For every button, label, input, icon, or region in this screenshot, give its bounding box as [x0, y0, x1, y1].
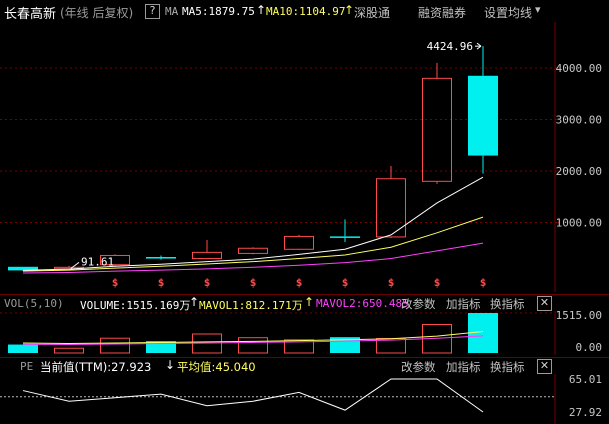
- dividend-marker-icon: $: [480, 276, 487, 289]
- pe-ttm-line: [22, 378, 484, 413]
- dividend-marker-icon: $: [158, 276, 165, 289]
- price-tick-label: 1000.00: [556, 217, 602, 230]
- pe-panel-header: PE 当前值(TTM):27.923 ↓ 平均值:45.040 改参数 加指标 …: [0, 357, 609, 374]
- dividend-marker-icon: $: [342, 276, 349, 289]
- period-label[interactable]: (年线 后复权): [60, 4, 133, 21]
- volume-bar: [8, 344, 38, 353]
- candle-body: [468, 75, 498, 156]
- ma10-up-arrow: ↑: [344, 3, 355, 17]
- dividend-marker-icon: $: [388, 276, 395, 289]
- candle-body: [330, 236, 360, 238]
- pe-change-params-button[interactable]: 改参数: [401, 359, 436, 375]
- pe-average-value: 平均值:45.040: [177, 360, 256, 374]
- dividend-marker-icon: $: [296, 276, 303, 289]
- dividend-markers: $ $ $ $ $ $ $ $ $: [112, 276, 487, 289]
- volume-axis: 1515.00 0.00: [556, 311, 602, 354]
- help-button[interactable]: ?: [145, 4, 160, 19]
- pe-current-value: 当前值(TTM):27.923: [40, 360, 152, 374]
- volume-bar: [54, 347, 84, 354]
- set-ma-button[interactable]: 设置均线: [484, 4, 532, 21]
- volume-bar: [100, 337, 130, 354]
- price-grid: [0, 22, 556, 292]
- pe-panel-title[interactable]: PE: [20, 360, 33, 373]
- volume-panel-header: VOL(5,10) VOLUME:1515.169万 ↑ MAVOL1:812.…: [0, 294, 609, 312]
- dividend-marker-icon: $: [434, 276, 441, 289]
- volume-tick-label: 1515.00: [556, 311, 602, 322]
- chart-header: 长春高新 (年线 后复权) ? MA MA5:1879.75 ↑ MA10:11…: [0, 0, 609, 22]
- vol-add-indicator-button[interactable]: 加指标: [446, 296, 481, 312]
- settings-dropdown-icon[interactable]: ▾: [535, 3, 541, 16]
- pe-close-icon[interactable]: ✕: [537, 359, 552, 374]
- pe-axis: 65.01 27.92: [569, 374, 602, 419]
- dividend-marker-icon: $: [250, 276, 257, 289]
- mavol1-up-arrow: ↑: [304, 295, 315, 309]
- ma-label: MA: [165, 5, 179, 18]
- dividend-marker-icon: $: [112, 276, 119, 289]
- price-chart[interactable]: $ $ $ $ $ $ $ $ $ 4000.00 3000.00 2000.00 1000.00 4…: [0, 22, 609, 292]
- pe-switch-indicator-button[interactable]: 换指标: [490, 359, 525, 375]
- volume-up-arrow: ↑: [189, 295, 200, 309]
- candle-body: [284, 235, 314, 250]
- candle-body: [422, 77, 452, 182]
- candle-body: [192, 251, 222, 260]
- ma10-value: MA10:1104.97: [266, 5, 346, 18]
- dividend-marker-icon: $: [204, 276, 211, 289]
- pe-grid: [0, 374, 556, 424]
- price-tick-label: 4000.00: [556, 62, 602, 75]
- ma5-up-arrow: ↑: [256, 3, 267, 17]
- vol-close-icon[interactable]: ✕: [537, 296, 552, 311]
- vol-panel-title[interactable]: VOL(5,10): [4, 297, 64, 310]
- vol-switch-indicator-button[interactable]: 换指标: [490, 296, 525, 312]
- pe-line: [22, 378, 484, 413]
- volume-chart[interactable]: 1515.00 0.00: [0, 311, 609, 355]
- price-tick-label: 2000.00: [556, 165, 602, 178]
- price-extremes: 4424.96 91.61: [70, 40, 482, 269]
- pe-down-arrow: ↓: [165, 358, 176, 372]
- ma5-value: MA5:1879.75: [182, 5, 255, 18]
- candle-body: [238, 247, 268, 254]
- shenzhen-connect-link[interactable]: 深股通: [354, 4, 390, 21]
- pe-tick-label: 65.01: [569, 374, 602, 386]
- volume-bar: [238, 337, 268, 354]
- high-price-label: 4424.96: [427, 40, 473, 53]
- stock-name: 长春高新: [4, 7, 57, 22]
- low-price-label: 91.61: [81, 255, 114, 268]
- pe-tick-label: 27.92: [569, 406, 602, 419]
- volume-bars: [8, 313, 498, 354]
- margin-trading-link[interactable]: 融资融券: [418, 4, 466, 21]
- volume-tick-label: 0.00: [576, 341, 603, 354]
- pe-chart[interactable]: 65.01 27.92: [0, 374, 609, 424]
- price-axis: 4000.00 3000.00 2000.00 1000.00: [555, 62, 602, 230]
- pe-add-indicator-button[interactable]: 加指标: [446, 359, 481, 375]
- price-tick-label: 3000.00: [556, 114, 602, 127]
- vol-change-params-button[interactable]: 改参数: [401, 296, 436, 312]
- mavol2-value: MAVOL2:650.485: [316, 297, 409, 310]
- candle-body: [146, 257, 176, 259]
